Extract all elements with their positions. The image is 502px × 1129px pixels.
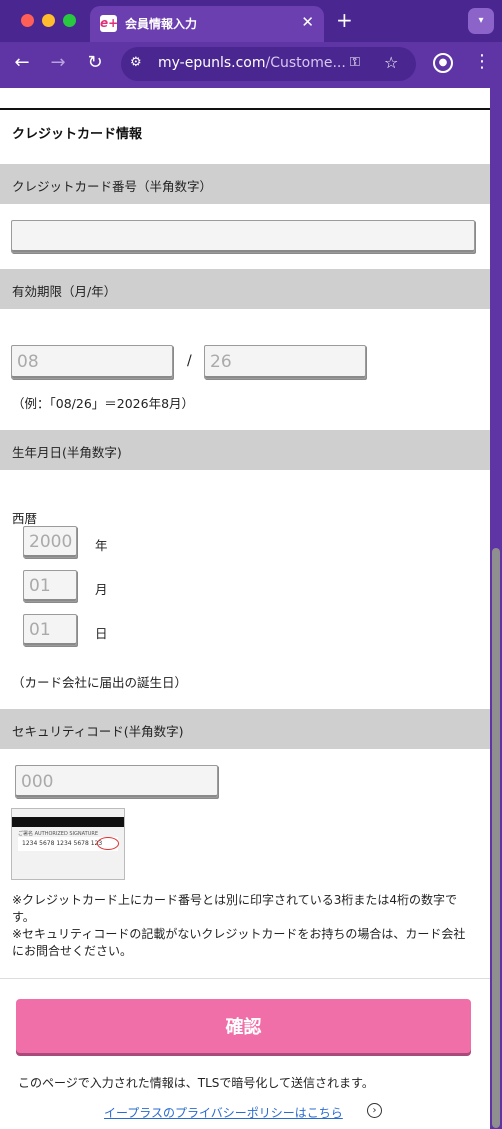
security-code-card-image: ご署名 AUTHORIZED SIGNATURE 1234 5678 1234 … [11,808,125,880]
section-title: クレジットカード情報 [12,127,143,142]
security-code-input[interactable] [15,765,218,798]
card-number-label: クレジットカード番号（半角数字） [12,179,213,194]
close-window-button[interactable] [21,14,34,27]
forward-icon[interactable]: → [48,52,68,74]
birth-day-input[interactable] [23,614,77,646]
site-info-icon[interactable]: ⚙ [130,55,142,70]
tab-close-icon[interactable]: ✕ [301,13,314,31]
url-text[interactable]: my-epunls.com/Custome... [158,55,346,71]
reload-icon[interactable]: ↻ [85,52,105,74]
expiry-month-input[interactable] [11,345,173,379]
address-bar[interactable]: ⚙ my-epunls.com/Custome... ⚿ ☆ [121,47,416,81]
month-unit: 月 [95,582,108,597]
scrollbar-thumb[interactable] [492,548,500,1128]
year-unit: 年 [95,538,108,553]
profile-icon[interactable]: ● [433,53,453,73]
tab-title: 会員情報入力 [125,17,198,31]
security-code-notes: ※クレジットカード上にカード番号とは別に印字されている3桁または4桁の数字です。… [12,892,472,960]
bookmark-star-icon[interactable]: ☆ [384,53,398,72]
birth-month-input[interactable] [23,570,77,602]
maximize-window-button[interactable] [63,14,76,27]
tab-search-icon[interactable]: ▾ [468,8,494,34]
divider [0,978,490,979]
card-signature-label: ご署名 AUTHORIZED SIGNATURE [18,831,99,837]
chevron-right-icon[interactable]: › [367,1103,382,1118]
birthdate-note: （カード会社に届出の誕生日） [12,675,188,690]
tab-bar: e+ 会員情報入力 ✕ + ▾ [0,0,502,42]
expiry-label: 有効期限（月/年） [12,284,117,299]
privacy-policy-link[interactable]: イープラスのプライバシーポリシーはこちら [104,1104,343,1121]
card-magnetic-stripe [12,817,124,827]
expiry-separator: / [187,353,192,369]
divider [0,108,490,110]
tab-active[interactable]: e+ 会員情報入力 ✕ [90,6,324,42]
back-icon[interactable]: ← [12,52,32,74]
era-label: 西暦 [12,511,38,526]
expiry-header: 有効期限（月/年） [0,269,490,309]
menu-kebab-icon[interactable]: ⋮ [473,51,491,72]
birthdate-label: 生年月日(半角数字) [12,445,122,460]
expiry-example: （例：「08/26」＝2026年8月） [12,396,195,411]
security-code-label: セキュリティコード(半角数字) [12,724,184,739]
day-unit: 日 [95,626,108,641]
card-number-header: クレジットカード番号（半角数字） [0,164,490,204]
security-note-1: ※クレジットカード上にカード番号とは別に印字されている3桁または4桁の数字です。 [12,893,457,924]
new-tab-button[interactable]: + [336,9,353,31]
security-code-header: セキュリティコード(半角数字) [0,709,490,749]
browser-chrome: e+ 会員情報入力 ✕ + ▾ ← → ↻ ⚙ my-epunls.com/Cu… [0,0,502,88]
birthdate-header: 生年月日(半角数字) [0,430,490,470]
favicon-icon: e+ [100,15,119,32]
minimize-window-button[interactable] [42,14,55,27]
birth-year-input[interactable] [23,526,77,558]
scrollbar[interactable] [490,88,502,1129]
confirm-button[interactable]: 確認 [16,999,471,1053]
expiry-year-input[interactable] [204,345,366,379]
card-number-input[interactable] [11,220,475,253]
security-note-2: ※セキュリティコードの記載がないクレジットカードをお持ちの場合は、カード会社にお… [12,927,466,958]
page-content: クレジットカード情報 クレジットカード番号（半角数字） 有効期限（月/年） / … [0,88,490,1129]
password-key-icon[interactable]: ⚿ [350,55,360,70]
security-code-highlight [97,837,119,850]
tls-note: このページで入力された情報は、TLSで暗号化して送信されます。 [18,1076,374,1090]
